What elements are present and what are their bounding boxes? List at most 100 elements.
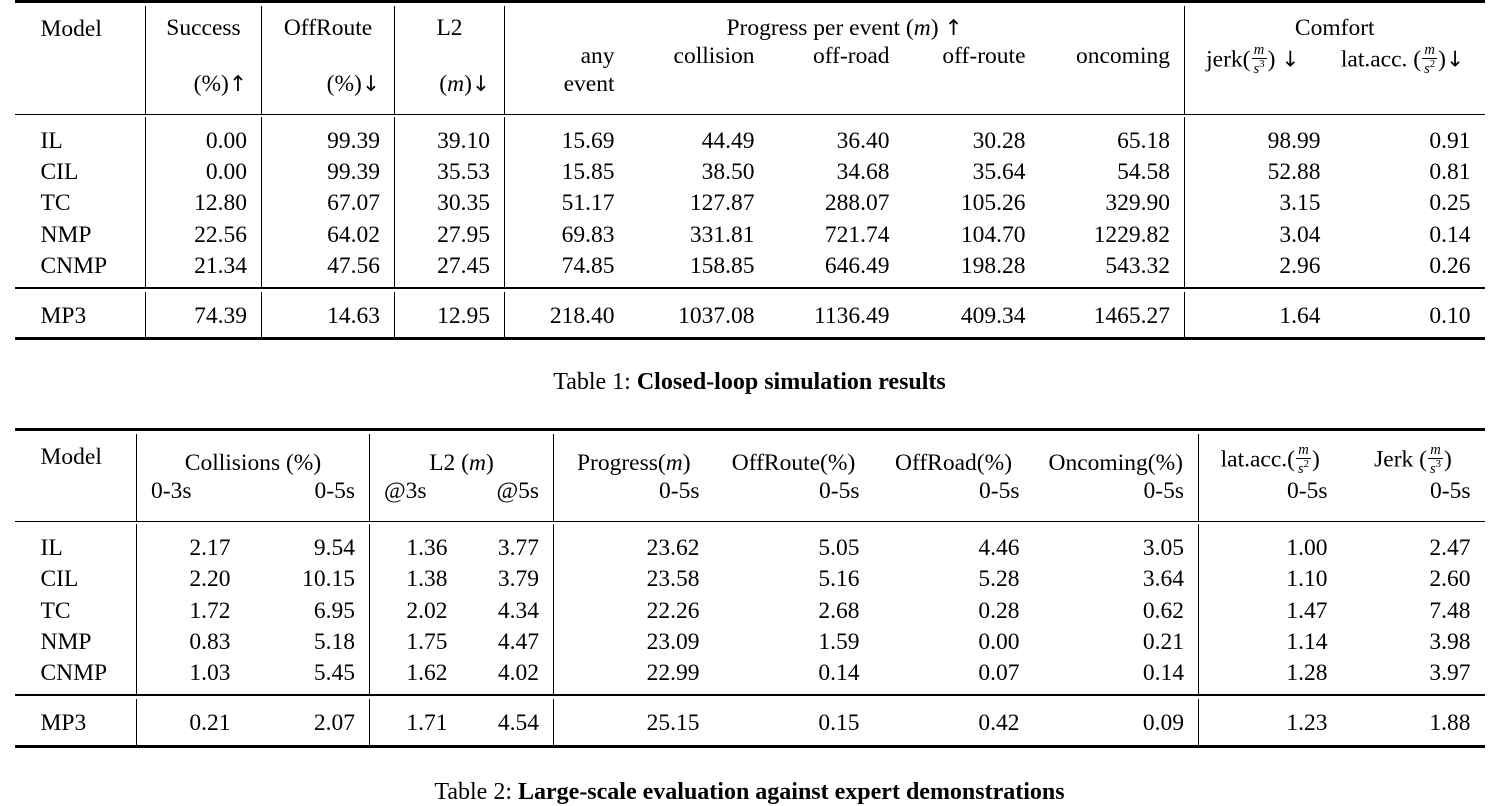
t1-progress-unit-m: m bbox=[913, 15, 931, 41]
t1-header-jerk: jerk(m s3) ↓ bbox=[1184, 43, 1335, 100]
t1-header-any-event: any event bbox=[504, 43, 629, 100]
cell-offroad: 288.07 bbox=[824, 190, 890, 217]
t2-header-pad bbox=[15, 507, 1485, 522]
t1-header-latacc: lat.acc. (m s2)↓ bbox=[1340, 42, 1465, 77]
cell-jerk: 1.88 bbox=[1429, 710, 1471, 737]
t2-sub-oncoming-0-5s: 0-5s bbox=[1143, 477, 1184, 504]
cell-oncoming: 0.14 bbox=[1142, 660, 1184, 687]
cell-offroute_p: 35.64 bbox=[972, 159, 1026, 185]
row-model-label: MP3 bbox=[40, 303, 87, 329]
cell-col05: 9.54 bbox=[313, 535, 355, 562]
paper-tables-page: Model Success OffRoute L2 Progress per e… bbox=[0, 0, 1499, 805]
cell-col05: 5.18 bbox=[313, 628, 355, 655]
cell-l2_3: 1.75 bbox=[369, 626, 462, 659]
cell-offroute: 0.15 bbox=[818, 710, 860, 737]
cell-any: 15.85 bbox=[504, 157, 629, 189]
t1-header-l2-unit: (m)↓ bbox=[394, 43, 505, 100]
row-model-label: IL bbox=[40, 535, 63, 562]
cell-jerk: 7.48 bbox=[1429, 597, 1471, 624]
cell-l2_3: 2.02 bbox=[369, 595, 462, 627]
table-2-bottomrule bbox=[14, 744, 1485, 751]
arrow-down-icon: ↓ bbox=[1281, 47, 1300, 73]
cell-latacc: 1.23 bbox=[1198, 708, 1342, 740]
cell-oncoming: 0.21 bbox=[1142, 628, 1184, 655]
latacc-unit-fraction: m s2 bbox=[1295, 442, 1312, 477]
cell-l2: 27.45 bbox=[394, 250, 505, 282]
cell-offroute: 64.02 bbox=[261, 219, 395, 251]
t1-header-model: Model bbox=[40, 16, 102, 42]
latacc-unit-fraction: m s2 bbox=[1422, 42, 1438, 77]
t2-header-latacc: lat.acc.(m s2) bbox=[1198, 434, 1342, 478]
cell-l2_5: 3.79 bbox=[497, 566, 539, 593]
cell-offroute_p: 198.28 bbox=[960, 252, 1026, 279]
row-model-label: IL bbox=[40, 127, 63, 154]
cell-oncoming: 329.90 bbox=[1105, 190, 1170, 217]
arrow-down-icon: ↓ bbox=[361, 71, 380, 97]
cell-l2_5: 3.77 bbox=[497, 535, 539, 562]
table-1-highlight-row: MP3 74.39 14.63 12.95 218.40 1037.08 1136.49 40… bbox=[15, 301, 1485, 333]
cell-offroad: 36.40 bbox=[836, 127, 890, 154]
cell-col03: 0.21 bbox=[136, 708, 245, 740]
table-row: TC 1.72 6.95 2.02 4.34 22.26 2.68 0.28 0.62 1.47 7… bbox=[15, 595, 1485, 627]
cell-success: 0.00 bbox=[145, 125, 262, 157]
arrow-down-icon: ↓ bbox=[1446, 47, 1465, 73]
t1-header-oncoming: oncoming bbox=[1076, 43, 1170, 70]
cell-oncoming: 0.62 bbox=[1142, 597, 1184, 624]
cell-collision: 44.49 bbox=[701, 127, 755, 154]
cell-oncoming: 1465.27 bbox=[1093, 303, 1170, 329]
row-model-label: NMP bbox=[40, 221, 92, 248]
table-1-caption-label: Table 1: bbox=[553, 369, 631, 396]
table-2-highlight-row: MP3 0.21 2.07 1.71 4.54 25.15 0.15 0.42 0.09 1.23… bbox=[15, 708, 1485, 740]
cell-collision: 1037.08 bbox=[678, 303, 755, 329]
t2-header-oncoming: Oncoming(%) bbox=[1048, 449, 1183, 476]
cell-success: 21.34 bbox=[145, 250, 262, 282]
cell-progress: 22.26 bbox=[553, 595, 714, 627]
cell-any: 74.85 bbox=[504, 250, 629, 282]
cell-collision: 127.87 bbox=[689, 190, 755, 217]
cell-jerk: 3.04 bbox=[1184, 219, 1335, 251]
cell-progress: 25.15 bbox=[553, 708, 714, 740]
cell-any: 15.69 bbox=[504, 125, 629, 157]
t2-sub-collisions-0-5s: 0-5s bbox=[314, 477, 355, 504]
table-1-header-row-2: (%)↑ (%)↓ (m)↓ any event collision off-r… bbox=[15, 43, 1485, 100]
t1-header-offroute-unit: (%)↓ bbox=[261, 43, 395, 100]
cell-collision: 38.50 bbox=[701, 159, 755, 185]
cell-latacc: 1.47 bbox=[1198, 595, 1342, 627]
table-2-body: IL 2.17 9.54 1.36 3.77 23.62 5.05 4.46 3.05 1.00 2… bbox=[15, 533, 1485, 690]
cell-col03: 1.03 bbox=[136, 658, 245, 690]
t1-header-collision: collision bbox=[673, 43, 755, 70]
cell-latacc: 0.14 bbox=[1429, 221, 1471, 248]
t2-sub-progress-0-5s: 0-5s bbox=[553, 477, 714, 508]
cell-l2: 27.95 bbox=[394, 219, 505, 251]
cell-oncoming: 1229.82 bbox=[1093, 221, 1170, 248]
cell-l2_3: 1.71 bbox=[369, 708, 462, 740]
cell-any: 51.17 bbox=[504, 188, 629, 220]
t2-gap-after-header bbox=[15, 524, 1485, 534]
cell-jerk: 3.97 bbox=[1429, 660, 1471, 687]
table-1-caption-text: Closed-loop simulation results bbox=[636, 369, 946, 396]
table-1-header-row-1: Model Success OffRoute L2 Progress per e… bbox=[15, 6, 1485, 44]
cell-jerk: 2.60 bbox=[1429, 566, 1471, 593]
cell-col05: 6.95 bbox=[313, 597, 355, 624]
t2-gap-before-mp3 bbox=[15, 699, 1485, 709]
row-model-label: NMP bbox=[40, 628, 92, 655]
t2-header-l2-group: L2 (m) bbox=[369, 434, 554, 478]
table-row: MP3 74.39 14.63 12.95 218.40 1037.08 1136.49 40… bbox=[15, 301, 1485, 333]
cell-offroute: 5.05 bbox=[818, 535, 860, 562]
cell-latacc: 0.81 bbox=[1429, 159, 1471, 185]
cell-offroute_p: 409.34 bbox=[960, 303, 1026, 329]
arrow-up-icon: ↑ bbox=[944, 16, 963, 41]
cell-offroad: 1136.49 bbox=[813, 303, 890, 329]
table-2-header-row-1: Model Collisions (%) L2 (m) Progress(m) … bbox=[15, 434, 1485, 478]
cell-jerk: 2.47 bbox=[1429, 535, 1471, 562]
cell-latacc: 1.10 bbox=[1198, 564, 1342, 596]
table-2-block: Model Collisions (%) L2 (m) Progress(m) … bbox=[14, 428, 1485, 751]
cell-success: 74.39 bbox=[145, 301, 262, 333]
cell-offroute: 99.39 bbox=[261, 125, 395, 157]
cell-l2_5: 4.02 bbox=[497, 660, 539, 687]
table-row: MP3 0.21 2.07 1.71 4.54 25.15 0.15 0.42 0.09 1.23… bbox=[15, 708, 1485, 740]
t2-header-offroad: OffRoad(%) bbox=[894, 449, 1013, 476]
cell-l2_5: 4.47 bbox=[497, 628, 539, 655]
t1-header-offroad: off-road bbox=[812, 43, 890, 70]
table-2-caption-wrap: Table 2: Large-scale evaluation against … bbox=[0, 779, 1499, 806]
